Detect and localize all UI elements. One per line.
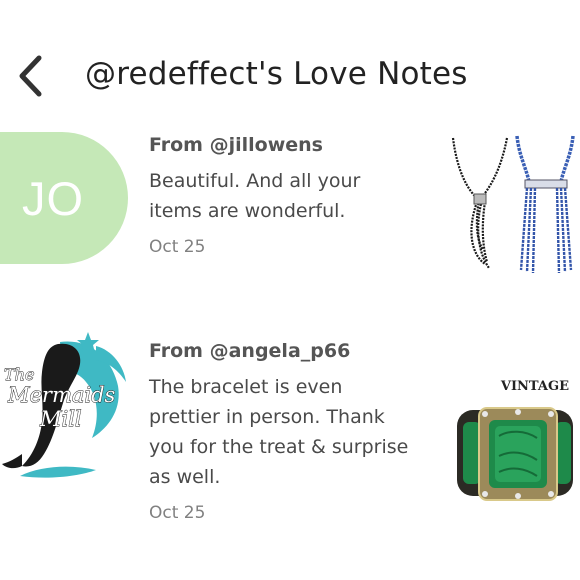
note-date: Oct 25	[149, 237, 206, 257]
love-note[interactable]: JO From @jillowens Beautiful. And all yo…	[0, 130, 580, 290]
note-message: Beautiful. And all your items are wonder…	[149, 170, 361, 222]
bracelet-image: VINTAGE	[457, 379, 573, 501]
logo-text-mermaids: Mermaids	[7, 383, 116, 407]
avatar[interactable]: JO	[0, 132, 130, 266]
page-title: @redeffect's Love Notes	[85, 56, 468, 92]
avatar-initials: JO	[0, 132, 128, 264]
note-text: From @angela_p66 The bracelet is even pr…	[149, 336, 419, 526]
note-date: Oct 25	[149, 503, 206, 523]
necklace-image	[451, 135, 575, 274]
listing-thumbnail[interactable]: VINTAGE	[445, 366, 580, 516]
header: @redeffect's Love Notes	[0, 44, 580, 108]
chevron-left-icon	[19, 55, 42, 97]
vintage-label: VINTAGE	[500, 379, 569, 394]
love-note[interactable]: The Mermaids Mill From @angela_p66 The b…	[0, 332, 580, 546]
love-notes-page: @redeffect's Love Notes JO From @jillowe…	[0, 0, 580, 580]
back-button[interactable]	[10, 52, 50, 100]
logo-text-the: The	[4, 365, 34, 384]
listing-thumbnail[interactable]	[445, 130, 580, 280]
logo-text-mill: Mill	[39, 407, 82, 431]
avatar[interactable]: The Mermaids Mill	[0, 330, 140, 480]
avatar-initials-text: JO	[21, 171, 85, 225]
note-sender[interactable]: From @jillowens	[149, 130, 419, 160]
note-message: The bracelet is even prettier in person.…	[149, 376, 409, 488]
note-sender[interactable]: From @angela_p66	[149, 336, 419, 366]
mermaid-logo-icon: The Mermaids Mill	[2, 332, 126, 478]
note-text: From @jillowens Beautiful. And all your …	[149, 130, 419, 260]
